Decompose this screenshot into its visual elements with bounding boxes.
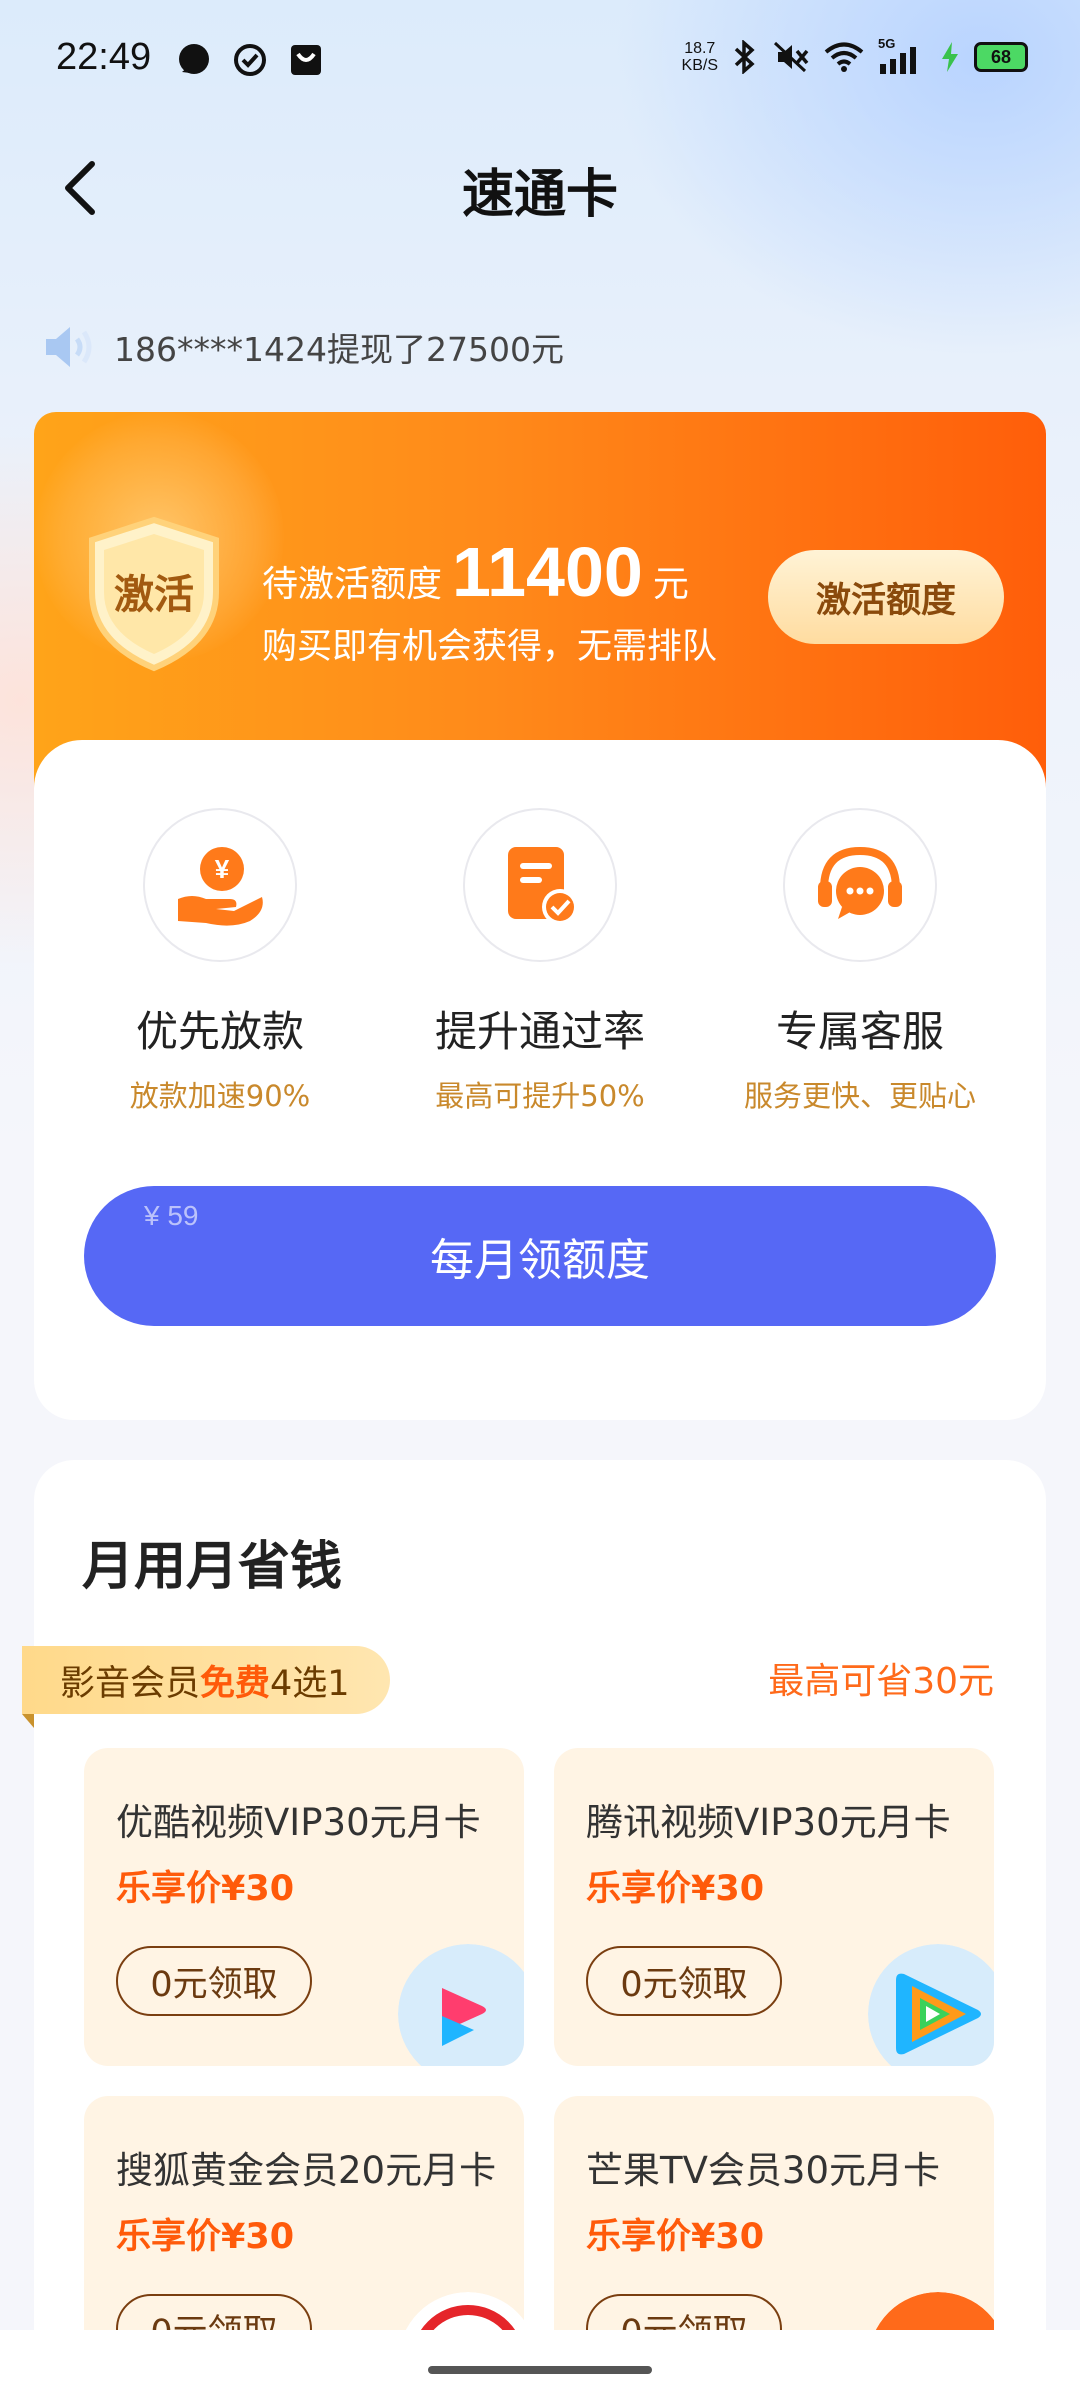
button-label: 每月领额度 (430, 1235, 650, 1286)
bluetooth-icon (734, 40, 755, 74)
feature-approval-rate: 提升通过率 最高可提升50% (390, 808, 690, 1115)
vip-price: 乐享价¥30 (116, 2217, 295, 2257)
ribbon-prefix: 影音会员 (60, 1663, 201, 1704)
status-time: 22:49 (56, 36, 152, 78)
status-right-group: 18.7 KB/S 5G 68 (682, 36, 1028, 74)
bottom-nav-area (0, 2330, 1080, 2400)
headset-chat-icon (818, 846, 902, 919)
battery-indicator: 68 (974, 42, 1028, 72)
net-speed: 18.7 KB/S (682, 40, 718, 74)
net-speed-unit: KB/S (681, 57, 718, 74)
feature-title: 提升通过率 (434, 1007, 645, 1056)
vip-name: 腾讯视频VIP30元月卡 (586, 1801, 951, 1844)
net-speed-value: 18.7 (684, 40, 716, 57)
claim-button[interactable]: 0元领取 (586, 1946, 782, 2016)
youku-logo-icon (398, 1944, 524, 2066)
vip-name: 优酷视频VIP30元月卡 (116, 1801, 481, 1844)
vip-price: 乐享价¥30 (586, 2217, 765, 2257)
shopping-bag-icon (291, 45, 321, 75)
status-bar: 22:49 18.7 KB/S 5G 68 (0, 0, 1080, 120)
benefit-card: ¥ 优先放款 放款加速90% 提升通过率 最高可提升50% 专属客服 服务更快、… (34, 740, 1046, 1420)
quota-label: 待激活额度 (262, 564, 443, 605)
vip-price: 乐享价¥30 (586, 1869, 765, 1909)
check-circle-icon (234, 44, 266, 76)
vip-price: 乐享价¥30 (116, 1869, 295, 1909)
savings-title: 月用月省钱 (82, 1537, 343, 1597)
charging-icon (942, 42, 958, 72)
quota-amount: 11400 (452, 533, 643, 611)
yen-hand-icon: ¥ (178, 847, 263, 926)
ribbon-fold (22, 1714, 34, 1728)
mute-icon (773, 41, 809, 73)
activate-quota-button[interactable]: 激活额度 (768, 550, 1004, 644)
vip-name: 搜狐黄金会员20元月卡 (116, 2149, 497, 2192)
document-check-icon (508, 847, 578, 925)
chat-bubble-icon (179, 44, 209, 74)
notice-text: 186****1424提现了27500元 (114, 330, 564, 369)
feature-subtitle: 放款加速90% (129, 1079, 311, 1113)
feature-icon-wrap (783, 808, 937, 962)
max-savings: 最高可省30元 (768, 1661, 994, 1702)
feature-subtitle: 服务更快、更贴心 (743, 1079, 976, 1113)
membership-ribbon: 影音会员 免费 4选1 (22, 1646, 390, 1714)
quota-unit: 元 (652, 564, 689, 605)
wifi-icon (824, 42, 864, 72)
feature-customer-service: 专属客服 服务更快、更贴心 (710, 808, 1010, 1115)
vip-card-tencent[interactable]: 腾讯视频VIP30元月卡 乐享价¥30 0元领取 (554, 1748, 994, 2066)
ribbon-suffix: 4选1 (270, 1663, 350, 1704)
vip-name: 芒果TV会员30元月卡 (586, 2149, 940, 2192)
svg-text:¥: ¥ (215, 854, 230, 884)
savings-card: 月用月省钱 影音会员 免费 4选1 最高可省30元 优酷视频VIP30元月卡 乐… (22, 1460, 1046, 2400)
feature-icon-wrap: ¥ (143, 808, 297, 962)
tencent-video-logo-icon (868, 1944, 994, 2066)
ribbon-free: 免费 (200, 1663, 271, 1704)
signal-icon: 5G (878, 36, 926, 74)
button-price: ¥ 59 (144, 1200, 199, 1231)
shield-label: 激活 (114, 572, 194, 618)
home-indicator[interactable] (428, 2366, 652, 2374)
notice-marquee: 186****1424提现了27500元 (42, 322, 564, 372)
feature-icon-wrap (463, 808, 617, 962)
feature-title: 专属客服 (775, 1007, 944, 1056)
feature-subtitle: 最高可提升50% (435, 1079, 645, 1113)
monthly-quota-button[interactable]: ¥ 59 每月领额度 (84, 1186, 996, 1326)
page-title: 速通卡 (461, 165, 618, 225)
vip-card-youku[interactable]: 优酷视频VIP30元月卡 乐享价¥30 0元领取 (84, 1748, 524, 2066)
feature-priority-loan: ¥ 优先放款 放款加速90% (70, 808, 370, 1115)
quota-subtitle: 购买即有机会获得，无需排队 (262, 627, 718, 667)
feature-title: 优先放款 (135, 1007, 304, 1056)
quota-line: 待激活额度 11400 元 (262, 532, 689, 612)
quota-card: 激活 待激活额度 11400 元 购买即有机会获得，无需排队 激活额度 (34, 412, 1046, 792)
claim-button[interactable]: 0元领取 (116, 1946, 312, 2016)
speaker-icon (46, 327, 92, 367)
